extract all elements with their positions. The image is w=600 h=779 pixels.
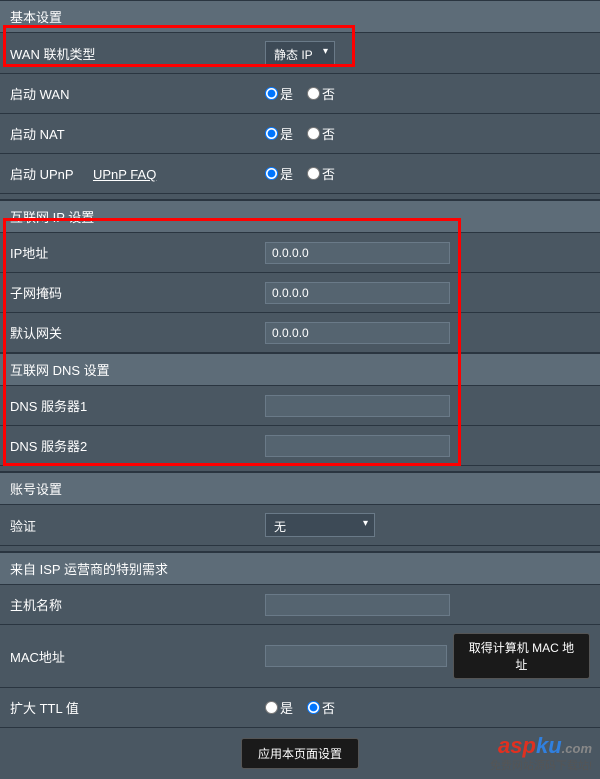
apply-button[interactable]: 应用本页面设置 [241,738,359,769]
input-dns1[interactable] [265,395,450,417]
row-enable-nat: 启动 NAT 是 否 [0,114,600,154]
radio-ttl-yes[interactable]: 是 [265,698,293,717]
select-wan-type[interactable]: 静态 IP [265,41,335,65]
label-mac-address: MAC地址 [10,647,265,666]
input-ip-address[interactable] [265,242,450,264]
label-enable-wan: 启动 WAN [10,84,265,103]
label-ip-address: IP地址 [10,243,265,262]
label-hostname: 主机名称 [10,595,265,614]
row-dns2: DNS 服务器2 [0,426,600,466]
get-mac-button[interactable]: 取得计算机 MAC 地址 [453,633,590,679]
row-ip-address: IP地址 [0,233,600,273]
section-header-isp-special: 来自 ISP 运营商的特别需求 [0,552,600,585]
label-extend-ttl: 扩大 TTL 值 [10,698,265,717]
label-subnet-mask: 子网掩码 [10,283,265,302]
row-wan-type: WAN 联机类型 静态 IP [0,33,600,74]
radio-upnp-yes[interactable]: 是 [265,164,293,183]
row-dns1: DNS 服务器1 [0,386,600,426]
radio-wan-yes[interactable]: 是 [265,84,293,103]
section-title: 账号设置 [10,482,62,497]
radio-upnp-no[interactable]: 否 [307,164,335,183]
label-enable-nat: 启动 NAT [10,124,265,143]
radio-nat-yes[interactable]: 是 [265,124,293,143]
input-mac-address[interactable] [265,645,447,667]
radio-ttl-no[interactable]: 否 [307,698,335,717]
section-header-internet-ip: 互联网 IP 设置 [0,200,600,233]
section-header-internet-dns: 互联网 DNS 设置 [0,353,600,386]
label-dns2: DNS 服务器2 [10,436,265,455]
settings-panel: 基本设置 WAN 联机类型 静态 IP 启动 WAN 是 否 启动 NAT 是 … [0,0,600,779]
section-title: 基本设置 [10,10,62,25]
section-header-basic: 基本设置 [0,0,600,33]
row-default-gateway: 默认网关 [0,313,600,353]
watermark: aspku.com 免费网站源码下载站! [490,733,592,773]
radio-wan-no[interactable]: 否 [307,84,335,103]
select-auth[interactable]: 无 [265,513,375,537]
row-enable-upnp: 启动 UPnP UPnP FAQ 是 否 [0,154,600,194]
radio-nat-no[interactable]: 否 [307,124,335,143]
row-mac-address: MAC地址 取得计算机 MAC 地址 [0,625,600,688]
label-auth: 验证 [10,516,265,535]
section-title: 互联网 DNS 设置 [10,363,110,378]
row-auth: 验证 无 [0,505,600,546]
label-enable-upnp: 启动 UPnP UPnP FAQ [10,164,265,183]
row-subnet-mask: 子网掩码 [0,273,600,313]
label-wan-type: WAN 联机类型 [10,44,265,63]
input-dns2[interactable] [265,435,450,457]
row-hostname: 主机名称 [0,585,600,625]
input-default-gateway[interactable] [265,322,450,344]
section-title: 来自 ISP 运营商的特别需求 [10,562,168,577]
link-upnp-faq[interactable]: UPnP FAQ [93,167,156,182]
row-enable-wan: 启动 WAN 是 否 [0,74,600,114]
row-extend-ttl: 扩大 TTL 值 是 否 [0,688,600,728]
section-title: 互联网 IP 设置 [10,210,94,225]
input-hostname[interactable] [265,594,450,616]
label-dns1: DNS 服务器1 [10,396,265,415]
section-header-account: 账号设置 [0,472,600,505]
label-default-gateway: 默认网关 [10,323,265,342]
input-subnet-mask[interactable] [265,282,450,304]
